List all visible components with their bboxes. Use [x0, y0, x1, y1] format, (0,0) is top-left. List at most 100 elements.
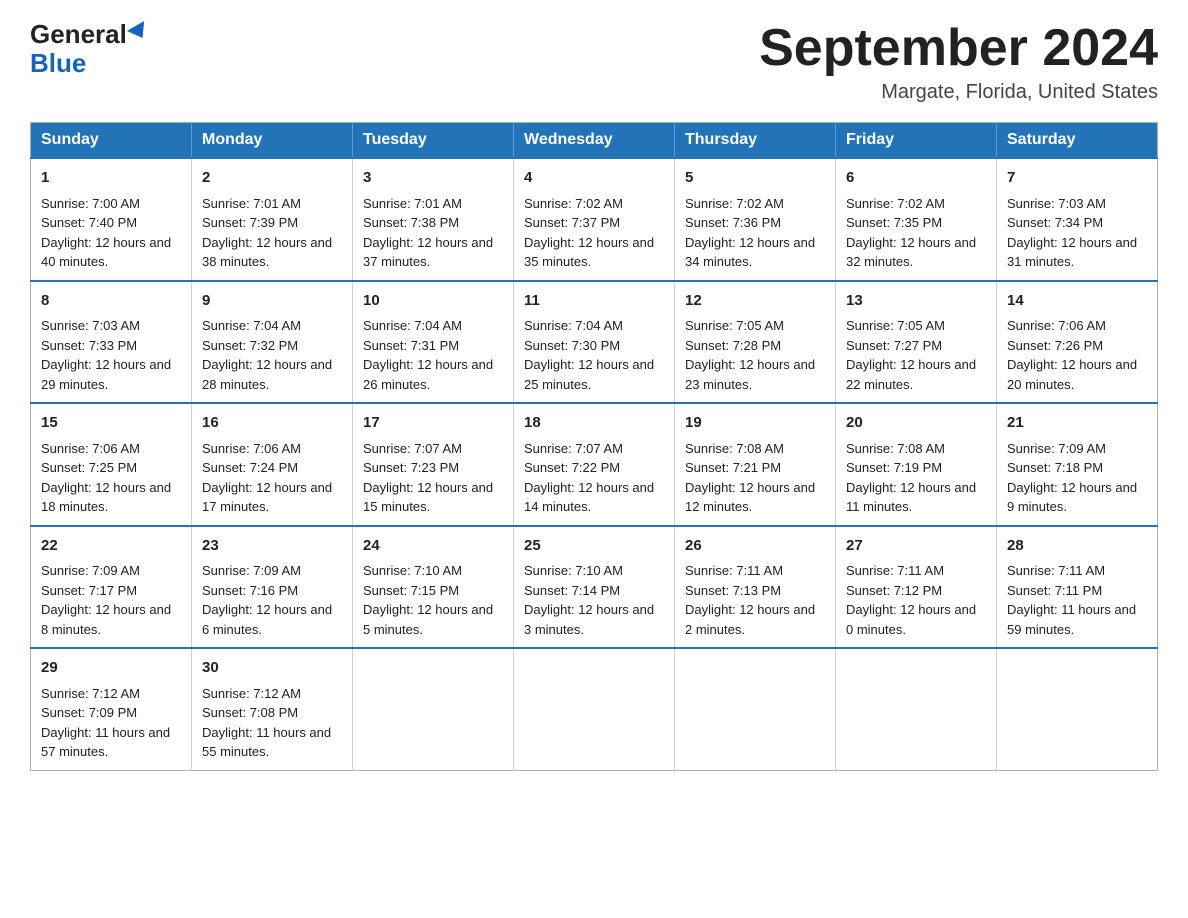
day-info: Sunrise: 7:10 AMSunset: 7:14 PMDaylight:… — [524, 561, 664, 639]
day-number: 8 — [41, 290, 181, 313]
calendar-cell: 25 Sunrise: 7:10 AMSunset: 7:14 PMDayligh… — [514, 526, 675, 649]
month-year-title: September 2024 — [759, 20, 1158, 77]
day-info: Sunrise: 7:04 AMSunset: 7:32 PMDaylight:… — [202, 316, 342, 394]
location-title: Margate, Florida, United States — [759, 81, 1158, 104]
logo-general: General — [30, 20, 149, 49]
calendar-cell — [997, 648, 1158, 770]
calendar-week-row: 15 Sunrise: 7:06 AMSunset: 7:25 PMDayligh… — [31, 403, 1158, 526]
day-info: Sunrise: 7:00 AMSunset: 7:40 PMDaylight:… — [41, 194, 181, 272]
day-info: Sunrise: 7:02 AMSunset: 7:35 PMDaylight:… — [846, 194, 986, 272]
col-monday: Monday — [192, 123, 353, 159]
day-info: Sunrise: 7:11 AMSunset: 7:11 PMDaylight:… — [1007, 561, 1147, 639]
calendar-cell: 14 Sunrise: 7:06 AMSunset: 7:26 PMDayligh… — [997, 281, 1158, 404]
day-number: 10 — [363, 290, 503, 313]
day-number: 28 — [1007, 535, 1147, 558]
day-info: Sunrise: 7:07 AMSunset: 7:23 PMDaylight:… — [363, 439, 503, 517]
day-number: 25 — [524, 535, 664, 558]
calendar-cell: 5 Sunrise: 7:02 AMSunset: 7:36 PMDaylight… — [675, 158, 836, 281]
calendar-cell — [836, 648, 997, 770]
calendar-cell: 3 Sunrise: 7:01 AMSunset: 7:38 PMDaylight… — [353, 158, 514, 281]
day-info: Sunrise: 7:08 AMSunset: 7:19 PMDaylight:… — [846, 439, 986, 517]
day-info: Sunrise: 7:03 AMSunset: 7:34 PMDaylight:… — [1007, 194, 1147, 272]
logo: General Blue — [30, 20, 149, 77]
day-info: Sunrise: 7:02 AMSunset: 7:36 PMDaylight:… — [685, 194, 825, 272]
day-number: 3 — [363, 167, 503, 190]
day-info: Sunrise: 7:12 AMSunset: 7:09 PMDaylight:… — [41, 684, 181, 762]
calendar-cell: 24 Sunrise: 7:10 AMSunset: 7:15 PMDayligh… — [353, 526, 514, 649]
day-number: 5 — [685, 167, 825, 190]
calendar-cell: 19 Sunrise: 7:08 AMSunset: 7:21 PMDayligh… — [675, 403, 836, 526]
calendar-cell: 15 Sunrise: 7:06 AMSunset: 7:25 PMDayligh… — [31, 403, 192, 526]
calendar-cell: 22Sunrise: 7:09 AMSunset: 7:17 PMDayligh… — [31, 526, 192, 649]
day-info: Sunrise: 7:01 AMSunset: 7:39 PMDaylight:… — [202, 194, 342, 272]
day-number: 1 — [41, 167, 181, 190]
day-info: Sunrise: 7:10 AMSunset: 7:15 PMDaylight:… — [363, 561, 503, 639]
calendar-week-row: 8 Sunrise: 7:03 AMSunset: 7:33 PMDaylight… — [31, 281, 1158, 404]
day-info: Sunrise: 7:06 AMSunset: 7:25 PMDaylight:… — [41, 439, 181, 517]
calendar-cell — [514, 648, 675, 770]
day-number: 13 — [846, 290, 986, 313]
day-number: 19 — [685, 412, 825, 435]
calendar-header-row: Sunday Monday Tuesday Wednesday Thursday… — [31, 123, 1158, 159]
day-info: Sunrise: 7:06 AMSunset: 7:24 PMDaylight:… — [202, 439, 342, 517]
day-info: Sunrise: 7:12 AMSunset: 7:08 PMDaylight:… — [202, 684, 342, 762]
day-info: Sunrise: 7:05 AMSunset: 7:27 PMDaylight:… — [846, 316, 986, 394]
day-number: 20 — [846, 412, 986, 435]
day-number: 11 — [524, 290, 664, 313]
col-thursday: Thursday — [675, 123, 836, 159]
page-header: General Blue September 2024 Margate, Flo… — [30, 20, 1158, 104]
calendar-table: Sunday Monday Tuesday Wednesday Thursday… — [30, 122, 1158, 771]
day-number: 29 — [41, 657, 181, 680]
day-info: Sunrise: 7:09 AMSunset: 7:17 PMDaylight:… — [41, 561, 181, 639]
col-tuesday: Tuesday — [353, 123, 514, 159]
day-info: Sunrise: 7:08 AMSunset: 7:21 PMDaylight:… — [685, 439, 825, 517]
day-info: Sunrise: 7:02 AMSunset: 7:37 PMDaylight:… — [524, 194, 664, 272]
calendar-cell: 21Sunrise: 7:09 AMSunset: 7:18 PMDayligh… — [997, 403, 1158, 526]
calendar-cell: 7Sunrise: 7:03 AMSunset: 7:34 PMDaylight… — [997, 158, 1158, 281]
calendar-cell: 4 Sunrise: 7:02 AMSunset: 7:37 PMDaylight… — [514, 158, 675, 281]
day-number: 2 — [202, 167, 342, 190]
day-number: 24 — [363, 535, 503, 558]
col-friday: Friday — [836, 123, 997, 159]
day-number: 12 — [685, 290, 825, 313]
day-number: 14 — [1007, 290, 1147, 313]
day-number: 17 — [363, 412, 503, 435]
day-number: 26 — [685, 535, 825, 558]
calendar-cell: 23Sunrise: 7:09 AMSunset: 7:16 PMDayligh… — [192, 526, 353, 649]
day-number: 4 — [524, 167, 664, 190]
day-number: 30 — [202, 657, 342, 680]
calendar-cell: 18 Sunrise: 7:07 AMSunset: 7:22 PMDayligh… — [514, 403, 675, 526]
calendar-cell: 2 Sunrise: 7:01 AMSunset: 7:39 PMDaylight… — [192, 158, 353, 281]
day-info: Sunrise: 7:09 AMSunset: 7:18 PMDaylight:… — [1007, 439, 1147, 517]
day-info: Sunrise: 7:11 AMSunset: 7:13 PMDaylight:… — [685, 561, 825, 639]
day-info: Sunrise: 7:11 AMSunset: 7:12 PMDaylight:… — [846, 561, 986, 639]
day-info: Sunrise: 7:04 AMSunset: 7:31 PMDaylight:… — [363, 316, 503, 394]
logo-blue: Blue — [30, 49, 86, 78]
calendar-cell: 30 Sunrise: 7:12 AMSunset: 7:08 PMDayligh… — [192, 648, 353, 770]
calendar-cell: 29 Sunrise: 7:12 AMSunset: 7:09 PMDayligh… — [31, 648, 192, 770]
day-number: 16 — [202, 412, 342, 435]
col-saturday: Saturday — [997, 123, 1158, 159]
calendar-cell: 1 Sunrise: 7:00 AMSunset: 7:40 PMDaylight… — [31, 158, 192, 281]
day-info: Sunrise: 7:05 AMSunset: 7:28 PMDaylight:… — [685, 316, 825, 394]
day-number: 18 — [524, 412, 664, 435]
col-sunday: Sunday — [31, 123, 192, 159]
day-info: Sunrise: 7:01 AMSunset: 7:38 PMDaylight:… — [363, 194, 503, 272]
day-info: Sunrise: 7:06 AMSunset: 7:26 PMDaylight:… — [1007, 316, 1147, 394]
day-number: 15 — [41, 412, 181, 435]
day-number: 23 — [202, 535, 342, 558]
day-info: Sunrise: 7:03 AMSunset: 7:33 PMDaylight:… — [41, 316, 181, 394]
calendar-cell: 17 Sunrise: 7:07 AMSunset: 7:23 PMDayligh… — [353, 403, 514, 526]
calendar-cell: 8 Sunrise: 7:03 AMSunset: 7:33 PMDaylight… — [31, 281, 192, 404]
calendar-week-row: 1 Sunrise: 7:00 AMSunset: 7:40 PMDaylight… — [31, 158, 1158, 281]
day-number: 27 — [846, 535, 986, 558]
day-info: Sunrise: 7:07 AMSunset: 7:22 PMDaylight:… — [524, 439, 664, 517]
calendar-week-row: 29 Sunrise: 7:12 AMSunset: 7:09 PMDayligh… — [31, 648, 1158, 770]
day-number: 9 — [202, 290, 342, 313]
calendar-cell: 13 Sunrise: 7:05 AMSunset: 7:27 PMDayligh… — [836, 281, 997, 404]
calendar-cell: 6 Sunrise: 7:02 AMSunset: 7:35 PMDaylight… — [836, 158, 997, 281]
day-number: 6 — [846, 167, 986, 190]
calendar-cell: 28 Sunrise: 7:11 AMSunset: 7:11 PMDayligh… — [997, 526, 1158, 649]
calendar-cell: 26 Sunrise: 7:11 AMSunset: 7:13 PMDayligh… — [675, 526, 836, 649]
calendar-cell: 10 Sunrise: 7:04 AMSunset: 7:31 PMDayligh… — [353, 281, 514, 404]
